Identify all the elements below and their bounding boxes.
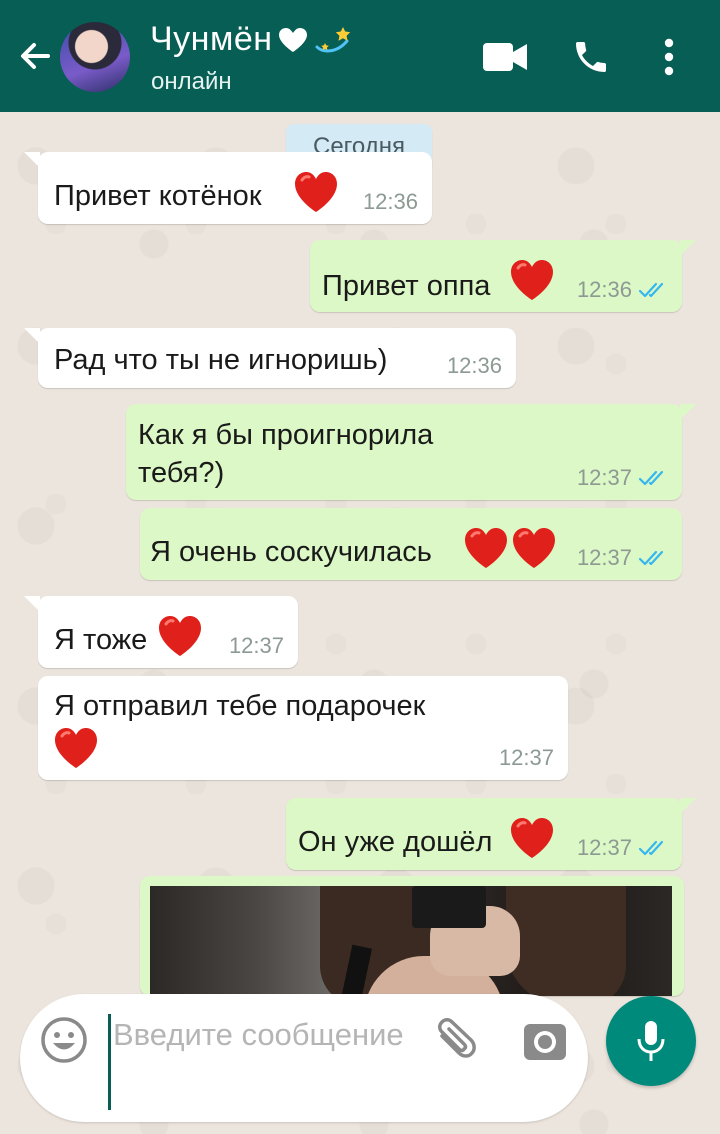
read-receipt-icon: [638, 839, 668, 857]
message-meta: 12:37: [229, 634, 284, 658]
photo-detail: [506, 886, 626, 996]
message-text: Он уже дошёл: [298, 826, 493, 858]
message-time: 12:37: [576, 835, 632, 860]
voice-message-button[interactable]: [606, 996, 696, 1086]
red-heart-emoji: [510, 526, 558, 570]
message-time: 12:37: [498, 745, 554, 770]
red-heart-emoji: [292, 170, 340, 214]
message-time: 12:36: [362, 189, 418, 214]
red-heart-emoji: [508, 816, 556, 860]
message-text-row: Привет котёнок: [54, 176, 262, 216]
red-heart-emoji: [462, 526, 510, 570]
avatar[interactable]: [60, 22, 130, 92]
more-vert-icon: [664, 38, 674, 76]
red-heart-emoji: [508, 258, 556, 302]
comet-star-icon: [315, 26, 350, 52]
contact-name-row[interactable]: Чунмён: [150, 20, 355, 59]
message-time: 12:37: [228, 633, 284, 658]
video-call-icon: [483, 43, 527, 71]
back-button[interactable]: [14, 36, 54, 76]
message-meta: 12:37: [577, 836, 668, 860]
photo-detail: [412, 886, 486, 928]
back-arrow-icon: [21, 43, 50, 69]
message-text: Я очень соскучилась: [150, 536, 432, 568]
photo-message-bubble[interactable]: [140, 876, 684, 996]
read-receipt-icon: [638, 549, 668, 567]
message-time: 12:37: [576, 465, 632, 490]
message-text-block: Как я бы проигнорила тебя?): [138, 416, 433, 492]
message-text: Привет оппа: [322, 270, 491, 302]
contact-name: Чунмён: [150, 20, 273, 58]
read-receipt-icon: [638, 281, 668, 299]
message-meta: 12:36: [447, 354, 502, 378]
emoji-button[interactable]: [40, 1016, 88, 1064]
heart-decoration-icon: [278, 27, 307, 52]
message-time: 12:37: [576, 545, 632, 570]
message-bubble-outgoing[interactable]: Как я бы проигнорила тебя?) 12:37: [126, 404, 696, 500]
message-bubble-incoming[interactable]: Рад что ты не игноришь) 12:36: [24, 328, 516, 388]
message-bubble-incoming[interactable]: Привет котёнок 12:36: [24, 152, 432, 224]
red-heart-emoji: [52, 726, 100, 770]
camera-button[interactable]: [520, 1016, 570, 1066]
message-input[interactable]: [108, 1014, 408, 1110]
message-time: 12:36: [446, 353, 502, 378]
attach-button[interactable]: [430, 1016, 480, 1066]
more-options-button[interactable]: [646, 34, 692, 80]
message-meta: 12:36: [363, 190, 418, 214]
message-text: Рад что ты не игноришь): [54, 344, 388, 376]
message-meta: 12:36: [577, 278, 668, 302]
emoji-icon: [41, 1017, 87, 1063]
message-time: 12:36: [576, 277, 632, 302]
message-bubble-outgoing[interactable]: Я очень соскучилась 12:37: [140, 508, 682, 580]
attach-icon: [438, 1018, 476, 1058]
message-text: Я тоже: [54, 624, 148, 656]
voice-call-button[interactable]: [568, 34, 614, 80]
message-text-line: тебя?): [138, 457, 225, 489]
red-heart-emoji: [156, 614, 204, 658]
contact-status: онлайн: [151, 68, 232, 95]
message-bubble-outgoing[interactable]: Он уже дошёл 12:37: [286, 798, 696, 870]
message-text-row: Привет оппа: [322, 266, 490, 306]
message-bubble-incoming[interactable]: Я отправил тебе подарочек 12:37: [38, 676, 568, 780]
read-receipt-icon: [638, 469, 668, 487]
message-meta: 12:37: [577, 466, 668, 490]
message-meta: 12:37: [577, 546, 668, 570]
photo-image[interactable]: [150, 886, 672, 996]
message-text: Привет котёнок: [54, 180, 262, 212]
video-call-button[interactable]: [482, 34, 528, 80]
phone-icon: [576, 42, 606, 72]
message-bubble-incoming[interactable]: Я тоже 12:37: [24, 596, 298, 668]
chat-header: Чунмён онлайн: [0, 0, 720, 112]
message-text-line: Как я бы проигнорила: [138, 419, 434, 451]
message-text: Я отправил тебе подарочек: [54, 690, 426, 722]
camera-icon: [524, 1024, 566, 1060]
message-bubble-outgoing[interactable]: Привет оппа 12:36: [310, 240, 696, 312]
message-meta: 12:37: [499, 746, 554, 770]
message-composer: [20, 994, 588, 1122]
mic-icon: [637, 1021, 665, 1061]
